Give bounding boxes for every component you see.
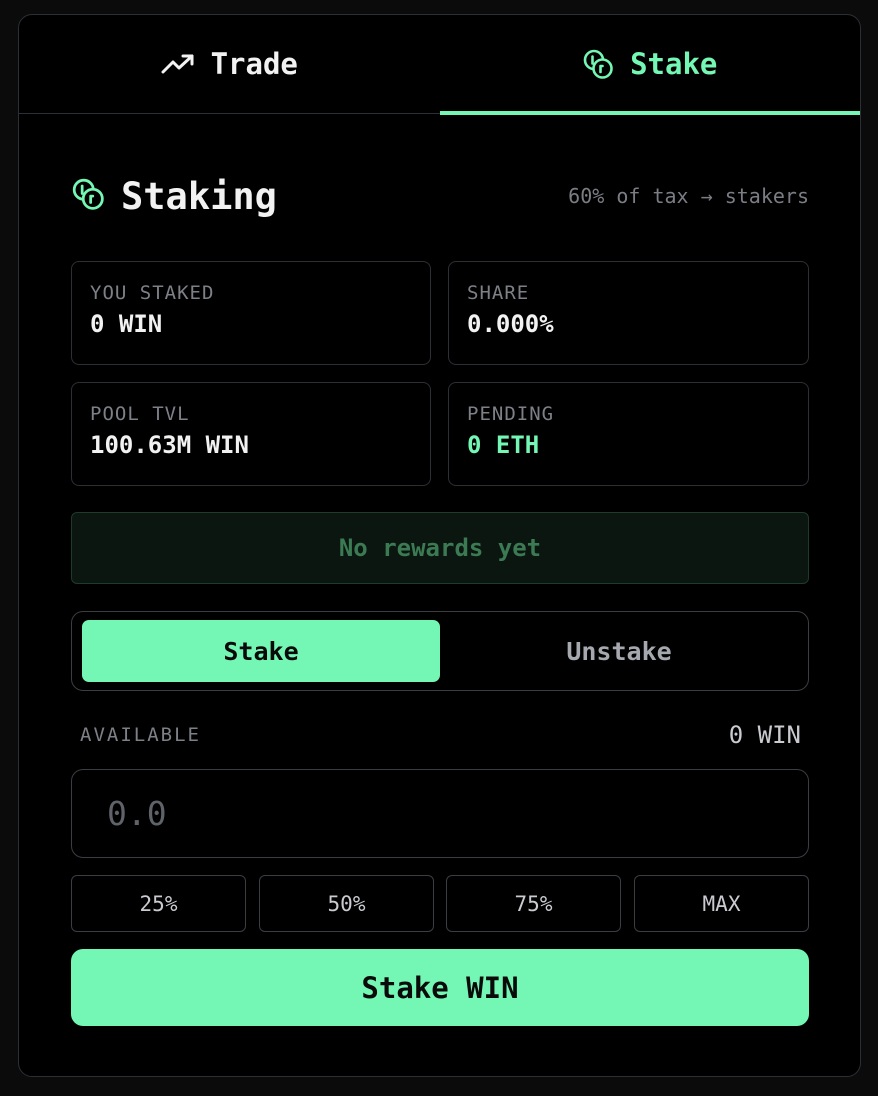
available-balance: 0 WIN [728, 721, 801, 749]
max-button[interactable]: MAX [634, 875, 809, 932]
page-title: Staking [121, 174, 277, 218]
stat-label: PENDING [467, 403, 555, 425]
stake-submit-button[interactable]: Stake WIN [71, 949, 809, 1026]
stat-value: 100.63M WIN [90, 431, 249, 459]
stake-toggle-button[interactable]: Stake [82, 620, 440, 682]
stat-label: YOU STAKED [90, 282, 215, 304]
amount-input[interactable] [71, 769, 809, 858]
stat-label: POOL TVL [90, 403, 190, 425]
stat-pool-tvl: POOL TVL 100.63M WIN [71, 382, 431, 486]
coins-icon [582, 48, 614, 80]
percent-50-button[interactable]: 50% [259, 875, 434, 932]
stat-share: SHARE 0.000% [448, 261, 809, 365]
stat-pending: PENDING 0 ETH [448, 382, 809, 486]
tab-bar: Trade Stake [19, 15, 861, 115]
stat-you-staked: YOU STAKED 0 WIN [71, 261, 431, 365]
tax-info: 60% of tax → stakers [568, 184, 809, 208]
stat-value: 0 WIN [90, 310, 163, 338]
available-row: AVAILABLE 0 WIN [80, 720, 801, 750]
stake-panel: Trade Stake Staking 60% of tax → stakers… [18, 14, 861, 1077]
tab-trade[interactable]: Trade [19, 15, 440, 113]
percent-25-button[interactable]: 25% [71, 875, 246, 932]
tab-stake[interactable]: Stake [439, 15, 861, 115]
stat-label: SHARE [467, 282, 530, 304]
unstake-toggle-button[interactable]: Unstake [440, 620, 798, 682]
rewards-status: No rewards yet [71, 512, 809, 584]
stake-mode-toggle: Stake Unstake [71, 611, 809, 691]
tab-stake-label: Stake [630, 47, 718, 81]
trending-up-icon [161, 53, 195, 75]
percent-75-button[interactable]: 75% [446, 875, 621, 932]
stat-value: 0 ETH [467, 431, 540, 459]
stat-value: 0.000% [467, 310, 554, 338]
coins-icon [71, 177, 105, 215]
tab-trade-label: Trade [210, 47, 298, 81]
staking-header: Staking 60% of tax → stakers [71, 171, 809, 221]
available-label: AVAILABLE [80, 724, 201, 746]
